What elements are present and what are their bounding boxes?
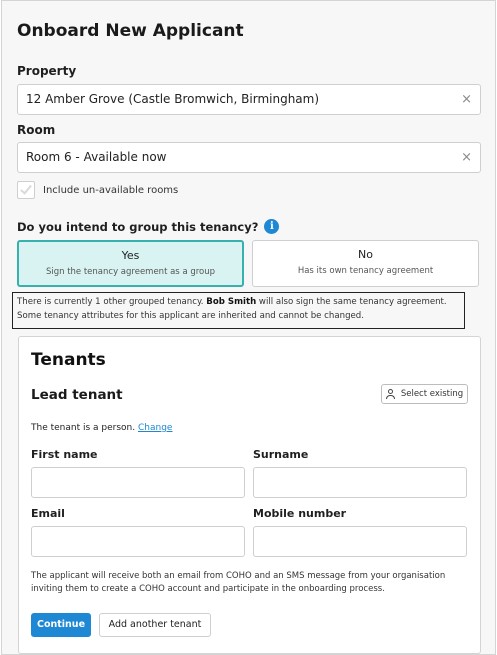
first-name-label: First name [31,448,98,461]
onboarding-help-text: The applicant will receive both an email… [31,571,446,594]
group-question-label: Do you intend to group this tenancy? [17,219,259,234]
clear-room-icon[interactable]: × [461,143,472,172]
room-select[interactable]: Room 6 - Available now × [17,142,481,173]
group-notice: There is currently 1 other grouped tenan… [12,292,465,329]
person-icon [386,389,396,399]
surname-field[interactable] [253,467,467,498]
tenant-type-line: The tenant is a person. Change [31,423,172,433]
surname-label: Surname [253,448,309,461]
change-tenant-type-link[interactable]: Change [138,423,172,433]
room-value: Room 6 - Available now [26,150,167,164]
email-field[interactable] [31,526,245,557]
property-label: Property [17,64,77,78]
notice-prefix: There is currently 1 other grouped tenan… [17,297,207,307]
info-icon[interactable]: i [264,219,280,234]
checkmark-icon [20,182,32,195]
include-unavailable-row: Include un-available rooms [17,180,178,200]
property-select[interactable]: 12 Amber Grove (Castle Bromwich, Birming… [17,84,481,115]
group-no-subtitle: Has its own tenancy agreement [297,266,434,276]
group-yes-title: Yes [121,249,140,262]
continue-button[interactable]: Continue [31,613,91,637]
group-question: Do you intend to group this tenancy? i [17,219,280,234]
add-another-tenant-button[interactable]: Add another tenant [99,613,211,637]
mobile-label: Mobile number [253,507,347,520]
notice-line-1: There is currently 1 other grouped tenan… [17,295,460,309]
notice-line-2: Some tenancy attributes for this applica… [17,311,364,321]
select-existing-button[interactable]: Select existing [381,384,468,404]
first-name-field[interactable] [31,467,245,498]
property-value: 12 Amber Grove (Castle Bromwich, Birming… [26,92,320,106]
notice-suffix: will also sign the same tenancy agreemen… [256,297,447,307]
group-yes-subtitle: Sign the tenancy agreement as a group [45,267,216,277]
select-existing-label: Select existing [400,389,464,399]
tenants-card: Tenants Lead tenant Select existing The … [18,336,481,654]
room-label: Room [17,123,56,137]
lead-tenant-title: Lead tenant [31,387,123,403]
clear-property-icon[interactable]: × [461,85,472,114]
onboard-panel: Onboard New Applicant Property 12 Amber … [1,0,496,655]
include-unavailable-checkbox[interactable] [17,181,35,199]
email-label: Email [31,507,65,520]
group-no-title: No [358,248,373,261]
mobile-field[interactable] [253,526,467,557]
notice-name: Bob Smith [206,297,257,307]
page-title: Onboard New Applicant [17,21,244,41]
tenants-title: Tenants [31,350,106,370]
tenant-type-text: The tenant is a person. [31,423,136,433]
group-no-option[interactable]: No Has its own tenancy agreement [252,240,479,287]
include-unavailable-label: Include un-available rooms [43,184,179,196]
group-yes-option[interactable]: Yes Sign the tenancy agreement as a grou… [17,240,244,287]
